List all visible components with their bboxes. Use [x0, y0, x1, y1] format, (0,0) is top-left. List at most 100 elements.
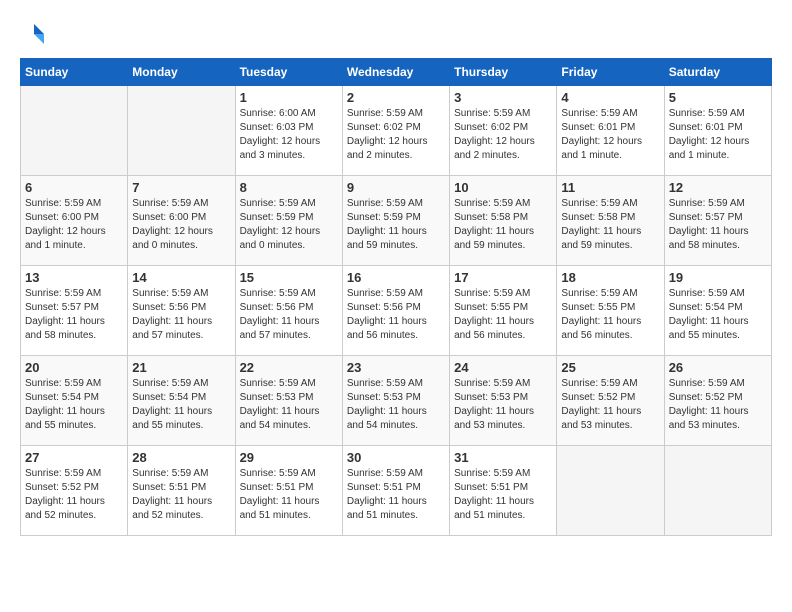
day-number: 31	[454, 450, 552, 465]
day-number: 12	[669, 180, 767, 195]
day-number: 13	[25, 270, 123, 285]
day-number: 26	[669, 360, 767, 375]
day-info: Sunrise: 5:59 AMSunset: 5:51 PMDaylight:…	[240, 467, 338, 523]
day-info: Sunrise: 5:59 AMSunset: 5:58 PMDaylight:…	[561, 197, 659, 253]
day-number: 10	[454, 180, 552, 195]
day-info: Sunrise: 5:59 AMSunset: 5:51 PMDaylight:…	[454, 467, 552, 523]
cell-w2-d3: 8Sunrise: 5:59 AMSunset: 5:59 PMDaylight…	[235, 176, 342, 266]
day-number: 23	[347, 360, 445, 375]
day-number: 29	[240, 450, 338, 465]
day-info: Sunrise: 5:59 AMSunset: 6:02 PMDaylight:…	[454, 107, 552, 163]
day-info: Sunrise: 5:59 AMSunset: 5:55 PMDaylight:…	[454, 287, 552, 343]
day-number: 1	[240, 90, 338, 105]
week-row-1: 1 Sunrise: 6:00 AMSunset: 6:03 PMDaylight…	[21, 86, 772, 176]
cell-w3-d3: 15 Sunrise: 5:59 AMSunset: 5:56 PMDayligh…	[235, 266, 342, 356]
day-number: 8	[240, 180, 338, 195]
day-info: Sunrise: 5:59 AMSunset: 5:56 PMDaylight:…	[347, 287, 445, 343]
day-number: 19	[669, 270, 767, 285]
day-info: Sunrise: 6:00 AMSunset: 6:03 PMDaylight:…	[240, 107, 338, 163]
day-info: Sunrise: 5:59 AMSunset: 6:00 PMDaylight:…	[25, 197, 123, 253]
day-number: 28	[132, 450, 230, 465]
day-info: Sunrise: 5:59 AMSunset: 5:51 PMDaylight:…	[132, 467, 230, 523]
day-info: Sunrise: 5:59 AMSunset: 5:53 PMDaylight:…	[240, 377, 338, 433]
cell-w1-d2	[128, 86, 235, 176]
cell-w4-d5: 24 Sunrise: 5:59 AMSunset: 5:53 PMDayligh…	[450, 356, 557, 446]
day-number: 17	[454, 270, 552, 285]
cell-w5-d3: 29 Sunrise: 5:59 AMSunset: 5:51 PMDayligh…	[235, 446, 342, 536]
day-info: Sunrise: 5:59 AMSunset: 5:53 PMDaylight:…	[454, 377, 552, 433]
day-number: 14	[132, 270, 230, 285]
day-number: 21	[132, 360, 230, 375]
cell-w4-d2: 21Sunrise: 5:59 AMSunset: 5:54 PMDayligh…	[128, 356, 235, 446]
day-info: Sunrise: 5:59 AMSunset: 5:52 PMDaylight:…	[25, 467, 123, 523]
cell-w2-d5: 10 Sunrise: 5:59 AMSunset: 5:58 PMDayligh…	[450, 176, 557, 266]
day-info: Sunrise: 5:59 AMSunset: 5:58 PMDaylight:…	[454, 197, 552, 253]
cell-w4-d3: 22 Sunrise: 5:59 AMSunset: 5:53 PMDayligh…	[235, 356, 342, 446]
cell-w3-d6: 18 Sunrise: 5:59 AMSunset: 5:55 PMDayligh…	[557, 266, 664, 356]
header-row: SundayMondayTuesdayWednesdayThursdayFrid…	[21, 59, 772, 86]
cell-w1-d5: 3 Sunrise: 5:59 AMSunset: 6:02 PMDaylight…	[450, 86, 557, 176]
header-wednesday: Wednesday	[342, 59, 449, 86]
cell-w3-d2: 14 Sunrise: 5:59 AMSunset: 5:56 PMDayligh…	[128, 266, 235, 356]
day-number: 16	[347, 270, 445, 285]
day-number: 24	[454, 360, 552, 375]
cell-w4-d6: 25Sunrise: 5:59 AMSunset: 5:52 PMDayligh…	[557, 356, 664, 446]
cell-w5-d4: 30 Sunrise: 5:59 AMSunset: 5:51 PMDayligh…	[342, 446, 449, 536]
day-info: Sunrise: 5:59 AMSunset: 5:52 PMDaylight:…	[669, 377, 767, 433]
day-number: 2	[347, 90, 445, 105]
page-header	[20, 20, 772, 48]
cell-w2-d2: 7 Sunrise: 5:59 AMSunset: 6:00 PMDaylight…	[128, 176, 235, 266]
week-row-3: 13 Sunrise: 5:59 AMSunset: 5:57 PMDayligh…	[21, 266, 772, 356]
cell-w1-d1	[21, 86, 128, 176]
cell-w3-d4: 16 Sunrise: 5:59 AMSunset: 5:56 PMDayligh…	[342, 266, 449, 356]
cell-w1-d3: 1 Sunrise: 6:00 AMSunset: 6:03 PMDaylight…	[235, 86, 342, 176]
logo	[20, 20, 52, 48]
day-number: 27	[25, 450, 123, 465]
day-info: Sunrise: 5:59 AMSunset: 5:56 PMDaylight:…	[132, 287, 230, 343]
day-info: Sunrise: 5:59 AMSunset: 5:55 PMDaylight:…	[561, 287, 659, 343]
cell-w3-d7: 19 Sunrise: 5:59 AMSunset: 5:54 PMDayligh…	[664, 266, 771, 356]
day-info: Sunrise: 5:59 AMSunset: 5:57 PMDaylight:…	[669, 197, 767, 253]
day-info: Sunrise: 5:59 AMSunset: 5:54 PMDaylight:…	[25, 377, 123, 433]
day-number: 5	[669, 90, 767, 105]
day-number: 3	[454, 90, 552, 105]
logo-icon	[20, 20, 48, 48]
day-info: Sunrise: 5:59 AMSunset: 5:56 PMDaylight:…	[240, 287, 338, 343]
cell-w3-d5: 17 Sunrise: 5:59 AMSunset: 5:55 PMDayligh…	[450, 266, 557, 356]
day-number: 15	[240, 270, 338, 285]
day-number: 6	[25, 180, 123, 195]
cell-w5-d2: 28 Sunrise: 5:59 AMSunset: 5:51 PMDayligh…	[128, 446, 235, 536]
day-info: Sunrise: 5:59 AMSunset: 5:59 PMDaylight:…	[347, 197, 445, 253]
calendar-table: SundayMondayTuesdayWednesdayThursdayFrid…	[20, 58, 772, 536]
header-tuesday: Tuesday	[235, 59, 342, 86]
day-number: 7	[132, 180, 230, 195]
header-saturday: Saturday	[664, 59, 771, 86]
day-number: 22	[240, 360, 338, 375]
cell-w5-d5: 31 Sunrise: 5:59 AMSunset: 5:51 PMDayligh…	[450, 446, 557, 536]
cell-w2-d4: 9Sunrise: 5:59 AMSunset: 5:59 PMDaylight…	[342, 176, 449, 266]
day-number: 20	[25, 360, 123, 375]
day-info: Sunrise: 5:59 AMSunset: 5:53 PMDaylight:…	[347, 377, 445, 433]
cell-w1-d7: 5 Sunrise: 5:59 AMSunset: 6:01 PMDaylight…	[664, 86, 771, 176]
day-number: 25	[561, 360, 659, 375]
week-row-5: 27 Sunrise: 5:59 AMSunset: 5:52 PMDayligh…	[21, 446, 772, 536]
day-info: Sunrise: 5:59 AMSunset: 5:51 PMDaylight:…	[347, 467, 445, 523]
day-info: Sunrise: 5:59 AMSunset: 6:02 PMDaylight:…	[347, 107, 445, 163]
cell-w4-d4: 23 Sunrise: 5:59 AMSunset: 5:53 PMDayligh…	[342, 356, 449, 446]
header-sunday: Sunday	[21, 59, 128, 86]
week-row-2: 6 Sunrise: 5:59 AMSunset: 6:00 PMDaylight…	[21, 176, 772, 266]
calendar-header: SundayMondayTuesdayWednesdayThursdayFrid…	[21, 59, 772, 86]
header-friday: Friday	[557, 59, 664, 86]
day-number: 4	[561, 90, 659, 105]
cell-w5-d7	[664, 446, 771, 536]
day-info: Sunrise: 5:59 AMSunset: 6:01 PMDaylight:…	[669, 107, 767, 163]
header-monday: Monday	[128, 59, 235, 86]
day-info: Sunrise: 5:59 AMSunset: 5:54 PMDaylight:…	[669, 287, 767, 343]
day-number: 11	[561, 180, 659, 195]
day-info: Sunrise: 5:59 AMSunset: 5:57 PMDaylight:…	[25, 287, 123, 343]
cell-w4-d1: 20 Sunrise: 5:59 AMSunset: 5:54 PMDayligh…	[21, 356, 128, 446]
day-number: 30	[347, 450, 445, 465]
cell-w2-d1: 6 Sunrise: 5:59 AMSunset: 6:00 PMDaylight…	[21, 176, 128, 266]
day-number: 18	[561, 270, 659, 285]
day-info: Sunrise: 5:59 AMSunset: 6:00 PMDaylight:…	[132, 197, 230, 253]
